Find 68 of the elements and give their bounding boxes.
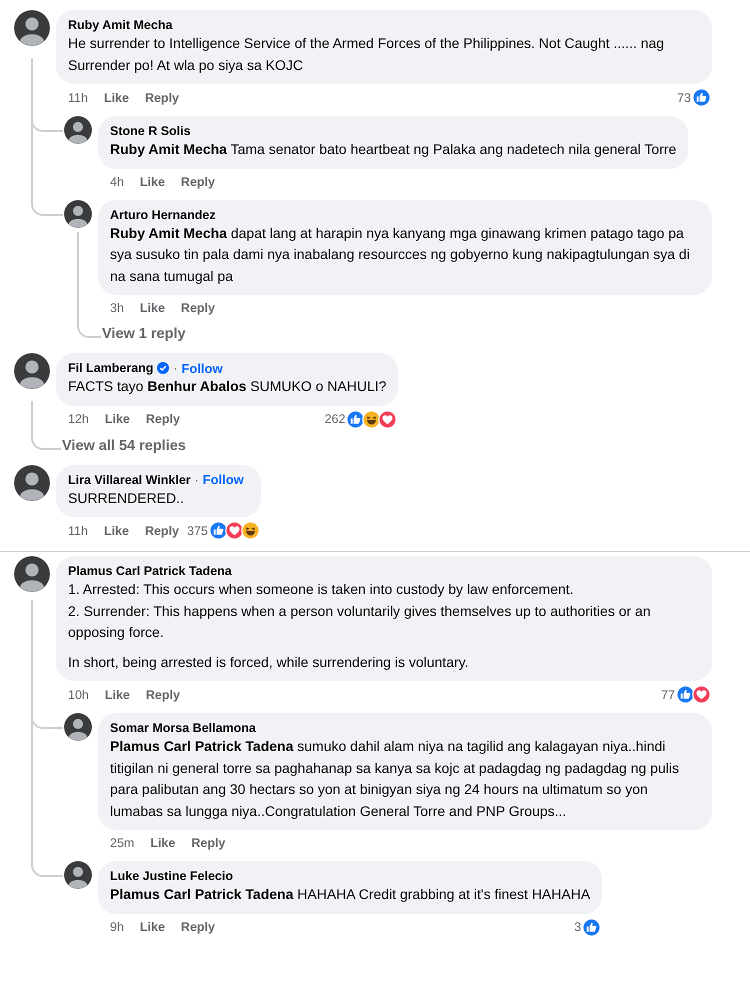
comment-text: He surrender to Intelligence Service of the Armed Forces of the Philippines. Not Caught ...... nag Surrender po! At wla po siya sa KOJC	[68, 34, 666, 75]
reaction-count[interactable]: 3	[574, 920, 582, 934]
author-name[interactable]: Arturo Hernandez	[110, 206, 216, 222]
avatar[interactable]	[14, 10, 50, 46]
like-link[interactable]: Like	[104, 524, 129, 538]
avatar[interactable]	[64, 116, 92, 144]
separator-dot: ·	[194, 472, 199, 486]
avatar[interactable]	[64, 200, 92, 228]
reply-link[interactable]: Reply	[146, 688, 180, 702]
avatar[interactable]	[14, 556, 50, 592]
author-name[interactable]: Plamus Carl Patrick Tadena	[68, 563, 232, 579]
reply-link[interactable]: Reply	[144, 90, 179, 104]
view-replies-link[interactable]: View 1 reply	[102, 324, 186, 344]
author-name[interactable]: Ruby Amit Mecha	[68, 17, 172, 33]
author-name[interactable]: Somar Morsa Bellamona	[110, 720, 256, 736]
reply-link[interactable]: Reply	[146, 412, 180, 426]
reply-link[interactable]: Reply	[191, 836, 226, 850]
like-link[interactable]: Like	[140, 174, 165, 188]
like-reaction-icon	[582, 918, 602, 936]
laughing-reaction-icon	[240, 521, 260, 540]
reaction-count[interactable]: 262	[324, 412, 346, 426]
like-link[interactable]: Like	[140, 920, 165, 934]
author-name[interactable]: Lira Villareal Winkler	[68, 472, 191, 488]
avatar[interactable]	[64, 713, 92, 741]
comment-text: SURRENDERED..	[68, 488, 185, 508]
like-link[interactable]: Like	[104, 412, 130, 426]
comment-text: Ruby Amit Mecha dapat lang at harapin nya kanyang mga ginawang krimen patago tago pa sya susuko tin pala dami nya inabalang resourcces ng gobyerno kung nakipagtulungan sya di na sana tumugal pa	[110, 224, 691, 286]
avatar[interactable]	[64, 861, 92, 889]
comment-text: 1. Arrested: This occurs when someone is taken into custody by law enforcement. 2. Surrender: This happens when a person voluntarily gives themselves up to authorities or an opposing force.	[68, 580, 652, 642]
avatar[interactable]	[14, 464, 50, 500]
comment-time[interactable]: 4h	[110, 174, 124, 188]
reply-link[interactable]: Reply	[180, 301, 215, 315]
comment-time[interactable]: 11h	[68, 90, 88, 104]
like-link[interactable]: Like	[140, 301, 165, 315]
author-name[interactable]: Stone R Solis	[110, 123, 191, 139]
separator-dot: ·	[173, 361, 178, 375]
like-reaction-icon	[208, 521, 228, 540]
author-name[interactable]: Luke Justine Felecio	[110, 868, 233, 884]
heart-reaction-icon	[224, 521, 244, 540]
like-link[interactable]: Like	[104, 688, 130, 702]
comment-text: In short, being arrested is forced, while surrendering is voluntary.	[68, 652, 470, 672]
avatar[interactable]	[14, 353, 50, 389]
comment-time[interactable]: 3h	[110, 301, 124, 315]
reply-link[interactable]: Reply	[180, 920, 215, 934]
comment-time[interactable]: 11h	[68, 524, 88, 538]
heart-reaction-icon	[378, 410, 398, 428]
comment-time[interactable]: 25m	[110, 836, 134, 850]
like-reaction-icon	[676, 685, 695, 704]
comment-text: Plamus Carl Patrick Tadena HAHAHA Credit grabbing at it's finest HAHAHA	[110, 885, 590, 904]
heart-reaction-icon	[692, 685, 711, 704]
comment-text: Ruby Amit Mecha Tama senator bato heartbeat ng Palaka ang nadetech nila general Torre	[110, 140, 676, 159]
view-replies-link[interactable]: View all 54 replies	[62, 436, 186, 456]
reply-link[interactable]: Reply	[144, 524, 179, 538]
comment-time[interactable]: 12h	[68, 412, 89, 426]
like-reaction-icon	[692, 88, 711, 107]
author-name[interactable]: Fil Lamberang	[68, 360, 154, 376]
reaction-count[interactable]: 375	[187, 524, 208, 538]
follow-link[interactable]: Follow	[202, 472, 244, 487]
reaction-count[interactable]: 73	[677, 90, 691, 104]
follow-link[interactable]: Follow	[181, 360, 223, 376]
comment-time[interactable]: 10h	[68, 688, 89, 702]
reply-link[interactable]: Reply	[180, 174, 215, 188]
comment-text: Plamus Carl Patrick Tadena sumuko dahil alam niya na tagilid ang kalagayan niya..hindi titigilan ni general torre sa paghahanap sa kanya sa kojc at padagdag ng padagdag ng pulis para palibutan ang 30 hectars so yon at binigyan siya ng 24 hours na ultimatum so yon lumabas sa lungga niya..Congratulation General Torre and PNP Groups...	[110, 737, 680, 821]
comment-time[interactable]: 9h	[110, 920, 124, 934]
like-link[interactable]: Like	[104, 90, 129, 104]
reaction-count[interactable]: 77	[661, 688, 675, 702]
like-link[interactable]: Like	[150, 836, 176, 850]
comment-text: FACTS tayo Benhur Abalos SUMUKO o NAHULI?	[68, 377, 386, 396]
